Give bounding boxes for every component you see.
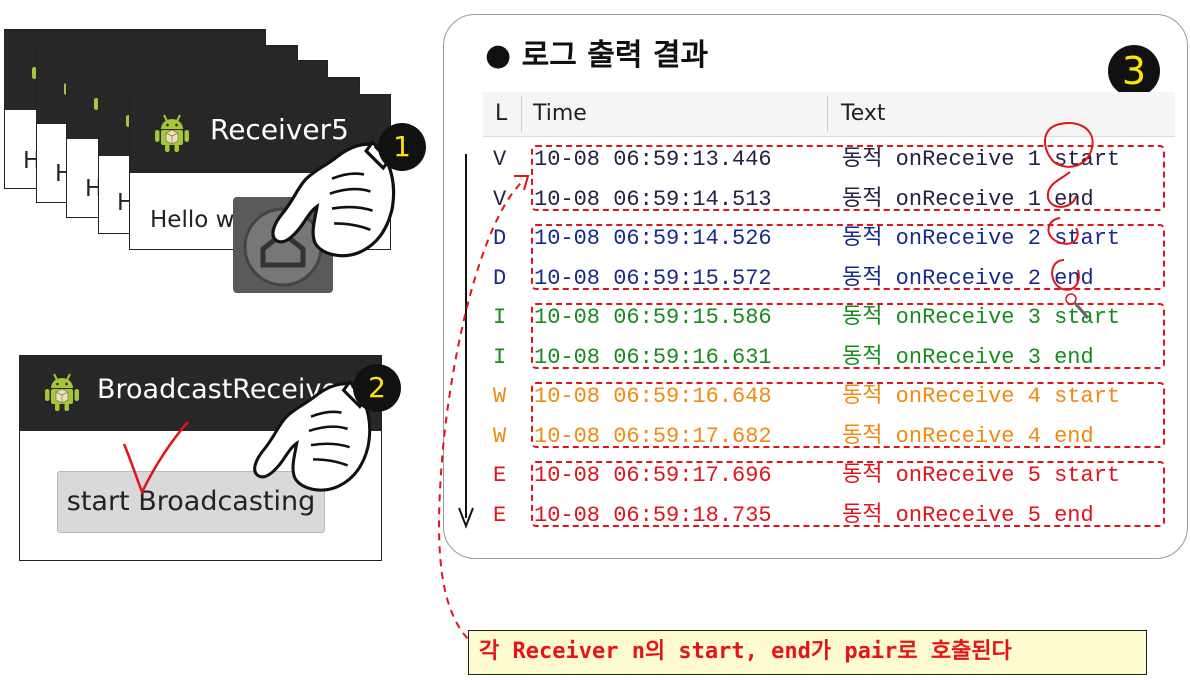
- step-number: 3: [1121, 49, 1147, 93]
- check-mark-icon: [122, 421, 189, 496]
- column-divider[interactable]: [521, 96, 522, 132]
- log-panel-title: ● 로그 출력 결과: [485, 38, 709, 73]
- column-header-time[interactable]: Time: [533, 92, 587, 136]
- column-header-level[interactable]: L: [495, 92, 507, 136]
- note-pointer-arrow: [438, 175, 530, 655]
- pointing-hand-icon: [268, 136, 396, 264]
- step-badge-1: 1: [378, 123, 426, 171]
- android-icon: [154, 113, 190, 153]
- number-circle-annotations: [1044, 122, 1094, 291]
- column-header-text[interactable]: Text: [841, 92, 886, 136]
- android-icon: [44, 372, 80, 412]
- step-number: 1: [393, 130, 411, 163]
- pair-highlight-box: [531, 461, 1165, 527]
- hello-text: Hello w: [150, 207, 235, 233]
- step-badge-2: 2: [353, 364, 401, 412]
- cursor-icon: [1065, 293, 1090, 319]
- step-badge-3: 3: [1108, 45, 1160, 97]
- column-divider[interactable]: [827, 96, 828, 132]
- note-box: 각 Receiver n의 start, end가 pair로 호출된다: [468, 630, 1147, 675]
- step-number: 2: [368, 371, 386, 404]
- pair-highlight-box: [531, 382, 1165, 448]
